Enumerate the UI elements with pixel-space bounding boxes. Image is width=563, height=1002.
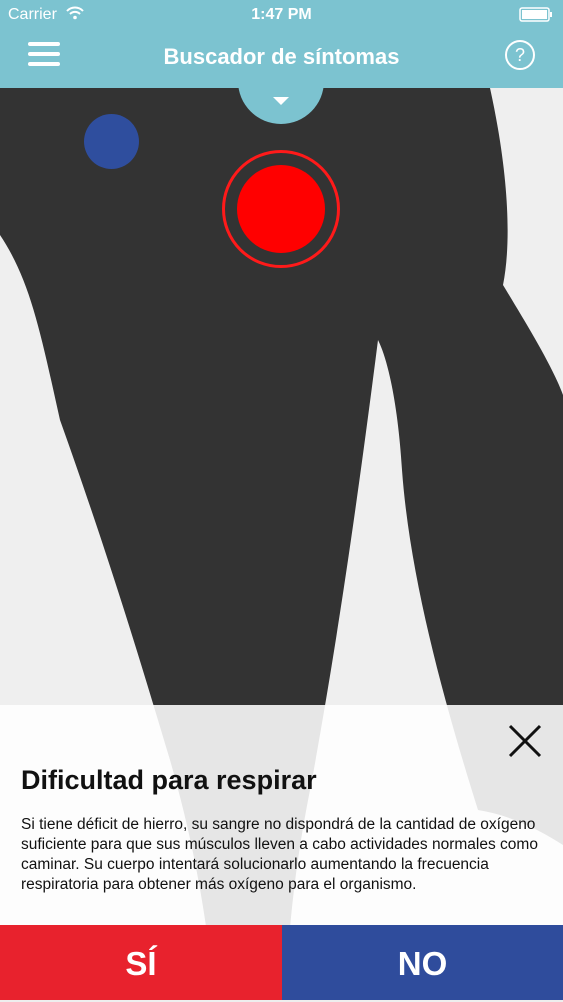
status-time: 1:47 PM (251, 6, 312, 23)
page-title: Buscador de síntomas (163, 44, 400, 69)
no-button[interactable]: NO (282, 925, 563, 1000)
battery-icon (519, 7, 552, 22)
help-icon: ? (514, 45, 525, 65)
chevron-down-icon (273, 97, 289, 105)
symptom-title: Dificultad para respirar (21, 765, 317, 795)
app-header: Carrier 1:47 PM Buscador de síntomas ? (0, 0, 563, 88)
symptom-info-panel: Dificultad para respirar Si tiene défici… (0, 705, 563, 925)
status-bar: Carrier 1:47 PM (0, 0, 563, 30)
nav-bar: Buscador de síntomas ? (0, 30, 563, 88)
help-button[interactable]: ? (505, 40, 535, 70)
close-icon[interactable] (507, 723, 543, 759)
marker-dot (237, 165, 325, 253)
symptom-description: Si tiene déficit de hierro, su sangre no… (21, 816, 538, 893)
body-marker-secondary[interactable] (84, 114, 139, 169)
yes-button[interactable]: SÍ (0, 925, 282, 1000)
body-marker-active[interactable] (222, 150, 340, 268)
